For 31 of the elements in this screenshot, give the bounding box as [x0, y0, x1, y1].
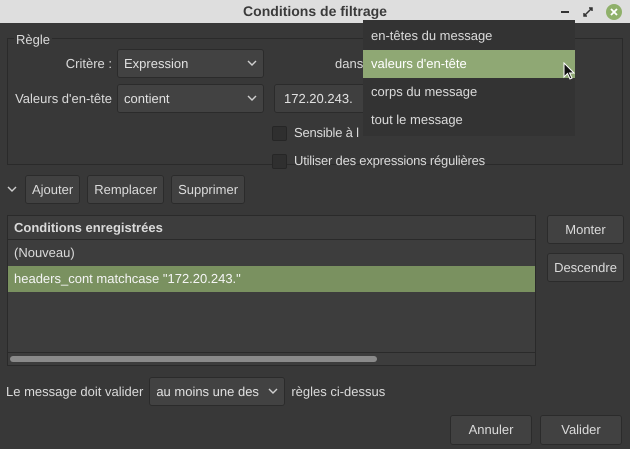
dialog-button[interactable]: Annuler: [450, 415, 532, 445]
operator-dropdown[interactable]: contient: [117, 84, 264, 113]
match-dropdown[interactable]: au moins une des: [149, 377, 286, 406]
field-label: Critère :: [64, 54, 112, 73]
caret-icon: [247, 95, 257, 102]
field-label: dans: [335, 54, 364, 73]
field-label: Valeurs d'en-tête: [14, 90, 112, 108]
chevron-icon[interactable]: [7, 186, 17, 193]
close-icon[interactable]: [606, 4, 622, 20]
list-row[interactable]: (Nouveau): [8, 240, 535, 266]
side-button[interactable]: Monter: [547, 215, 624, 244]
toolbar-button[interactable]: Supprimer: [171, 175, 246, 204]
scrollbar-thumb[interactable]: [10, 356, 377, 362]
toolbar-button[interactable]: Remplacer: [87, 175, 164, 204]
caret-icon: [247, 60, 257, 67]
match-label: Le message doit valider: [6, 382, 144, 401]
checkbox-label: Utiliser des expressions régulières: [294, 152, 485, 170]
menu-item[interactable]: en-têtes du message: [363, 22, 575, 50]
menu-item[interactable]: tout le message: [363, 106, 575, 134]
column-header: Conditions enregistrées: [8, 216, 535, 240]
checkbox-label: Sensible à l: [294, 124, 359, 142]
maximize-icon[interactable]: [583, 6, 593, 16]
cursor-icon: [563, 62, 575, 80]
caret-icon: [268, 388, 278, 395]
dialog-button[interactable]: Valider: [540, 415, 622, 445]
side-button[interactable]: Descendre: [547, 253, 624, 282]
toolbar-button[interactable]: Ajouter: [25, 175, 80, 204]
window-title: Conditions de filtrage: [243, 2, 387, 21]
criterion-dropdown[interactable]: Expression: [117, 49, 264, 78]
menu-item[interactable]: corps du message: [363, 78, 575, 106]
match-label: règles ci-dessus: [291, 382, 386, 401]
